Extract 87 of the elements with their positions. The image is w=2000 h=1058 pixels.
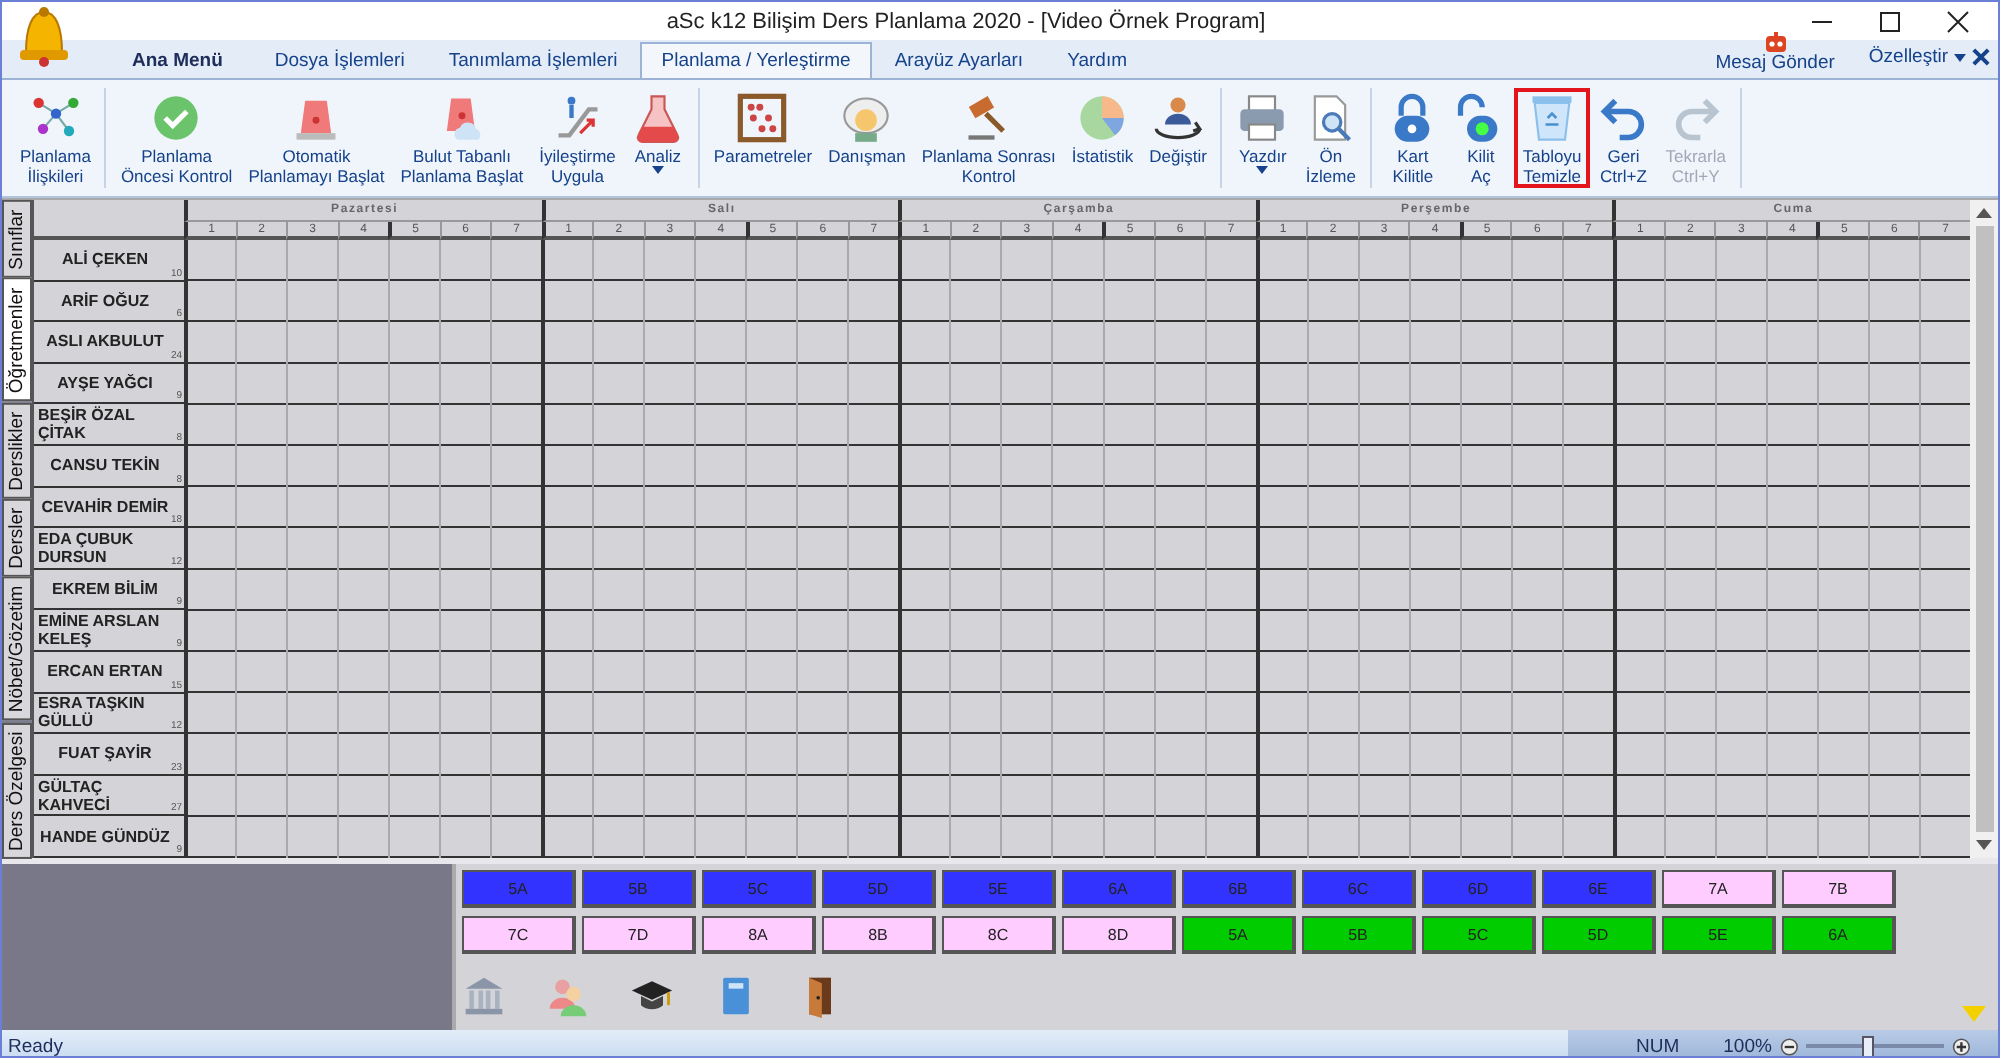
maximize-icon[interactable]: [1878, 9, 1902, 33]
class-card[interactable]: 8B: [822, 916, 936, 954]
ribbon-button[interactable]: Analiz: [623, 88, 692, 188]
teacher-name: EKREM BİLİM: [52, 580, 158, 599]
user-swap-icon: [1152, 92, 1205, 144]
teacher-name: GÜLTAÇ KAHVECİ: [38, 777, 113, 814]
class-card[interactable]: 7D: [582, 916, 696, 954]
ribbon-button[interactable]: Yazdır: [1228, 88, 1297, 188]
class-card[interactable]: 5D: [1542, 916, 1656, 954]
teacher-name: ESRA TAŞKIN GÜLLÜ: [38, 694, 147, 731]
ribbon-button[interactable]: Tabloyu Temizle: [1514, 88, 1590, 188]
ribbon-tab[interactable]: Tanımlama İşlemleri: [426, 42, 640, 78]
ribbon-button[interactable]: Planlama Öncesi Kontrol: [112, 88, 241, 188]
zoom-in-icon[interactable]: [1951, 1036, 1970, 1056]
class-card[interactable]: 8D: [1062, 916, 1176, 954]
person-icon: [840, 92, 893, 144]
caret-icon: [1954, 53, 1966, 61]
window-title: aSc k12 Bilişim Ders Planlama 2020 - [Video Örnek Program]: [664, 9, 1268, 33]
ribbon-tab[interactable]: Yardım: [1045, 42, 1149, 78]
ribbon-button[interactable]: İstatistik: [1063, 88, 1142, 188]
ribbon-tab[interactable]: Ana Menü: [102, 42, 253, 78]
side-tab[interactable]: Sınıflar: [2, 200, 32, 278]
robot-icon: [1761, 32, 1790, 52]
pie-chart-icon: [1076, 92, 1129, 144]
class-card[interactable]: 7C: [462, 916, 576, 954]
side-tab[interactable]: Ders Özelgesi: [2, 721, 32, 858]
teacher-name: HANDE GÜNDÜZ: [40, 827, 170, 846]
timetable-grid[interactable]: [184, 240, 1970, 858]
class-card[interactable]: 7B: [1782, 870, 1896, 908]
ribbon-button[interactable]: Danışman: [820, 88, 914, 188]
side-tab[interactable]: Nöbet/Gözetim: [2, 576, 32, 721]
teacher-name: ARİF OĞUZ: [61, 291, 149, 310]
teacher-name: CEVAHİR DEMİR: [41, 497, 169, 516]
people-icon: [546, 974, 590, 1018]
teacher-name: EDA ÇUBUK DURSUN: [38, 529, 136, 566]
close-icon[interactable]: [1946, 9, 1970, 33]
send-message-button[interactable]: Mesaj Gönder: [1715, 32, 1851, 74]
ribbon-button[interactable]: İyileştirme Uygula: [531, 88, 624, 188]
num-lock-indicator: NUM: [1636, 1036, 1680, 1056]
printer-icon: [1236, 92, 1289, 144]
bell-logo-icon[interactable]: [14, 4, 74, 68]
class-card[interactable]: 6A: [1782, 916, 1896, 954]
side-tab[interactable]: Dersler: [2, 497, 32, 577]
ribbon-button[interactable]: Geri Ctrl+Z: [1589, 88, 1658, 188]
class-card[interactable]: 7A: [1662, 870, 1776, 908]
class-card[interactable]: 5B: [1302, 916, 1416, 954]
flask-icon: [631, 92, 684, 144]
status-text: Ready: [6, 1036, 63, 1056]
ribbon-button[interactable]: Kilit Aç: [1446, 88, 1515, 188]
side-tab[interactable]: Derslikler: [2, 401, 32, 498]
ribbon-button[interactable]: Ön İzleme: [1296, 88, 1365, 188]
ribbon-tab[interactable]: Dosya İşlemleri: [252, 42, 427, 78]
zoom-level: 100%: [1723, 1036, 1772, 1056]
teacher-name: BEŞİR ÖZAL ÇİTAK: [38, 406, 137, 443]
teacher-name: EMİNE ARSLAN KELEŞ: [38, 612, 162, 649]
scrollbar-thumb[interactable]: [1975, 226, 1993, 832]
class-card[interactable]: 8C: [942, 916, 1056, 954]
down-arrow-icon[interactable]: [1976, 840, 1992, 850]
ribbon-tab[interactable]: Arayüz Ayarları: [872, 42, 1046, 78]
ribbon-button[interactable]: Planlama İlişkileri: [12, 88, 99, 188]
customize-menu[interactable]: Özelleştir: [1868, 46, 1948, 68]
abacus-icon: [736, 92, 789, 144]
teacher-name: CANSU TEKİN: [50, 456, 160, 475]
class-card[interactable]: 5C: [1422, 916, 1536, 954]
ribbon-button[interactable]: Bulut Tabanlı Planlama Başlat: [392, 88, 532, 188]
zoom-out-icon[interactable]: [1779, 1036, 1799, 1056]
bank-icon: [462, 974, 506, 1018]
ribbon-button[interactable]: Otomatik Planlamayı Başlat: [240, 88, 393, 188]
class-card[interactable]: 5A: [1182, 916, 1296, 954]
ribbon-button[interactable]: Kart Kilitle: [1378, 88, 1447, 188]
ribbon-button[interactable]: Parametreler: [705, 88, 821, 188]
teacher-name: FUAT ŞAYİR: [58, 744, 152, 763]
up-arrow-icon[interactable]: [1976, 208, 1992, 218]
teacher-name: AYŞE YAĞCI: [57, 374, 153, 393]
ribbon-button[interactable]: Planlama Sonrası Kontrol: [913, 88, 1064, 188]
teacher-name: ALİ ÇEKEN: [61, 250, 149, 269]
side-tab[interactable]: Öğretmenler: [2, 277, 32, 402]
teacher-name: ERCAN ERTAN: [47, 662, 163, 681]
close-icon[interactable]: [1972, 48, 1990, 66]
scrollbar[interactable]: [1970, 200, 1998, 858]
teacher-name: ASLI AKBULUT: [46, 332, 164, 351]
class-card[interactable]: 8A: [702, 916, 816, 954]
ribbon-button[interactable]: Değiştir: [1141, 88, 1215, 188]
check-icon: [150, 92, 203, 144]
class-card[interactable]: 5E: [1662, 916, 1776, 954]
slider-thumb[interactable]: [1862, 1036, 1875, 1056]
ribbon-tab[interactable]: Planlama / Yerleştirme: [639, 42, 873, 78]
